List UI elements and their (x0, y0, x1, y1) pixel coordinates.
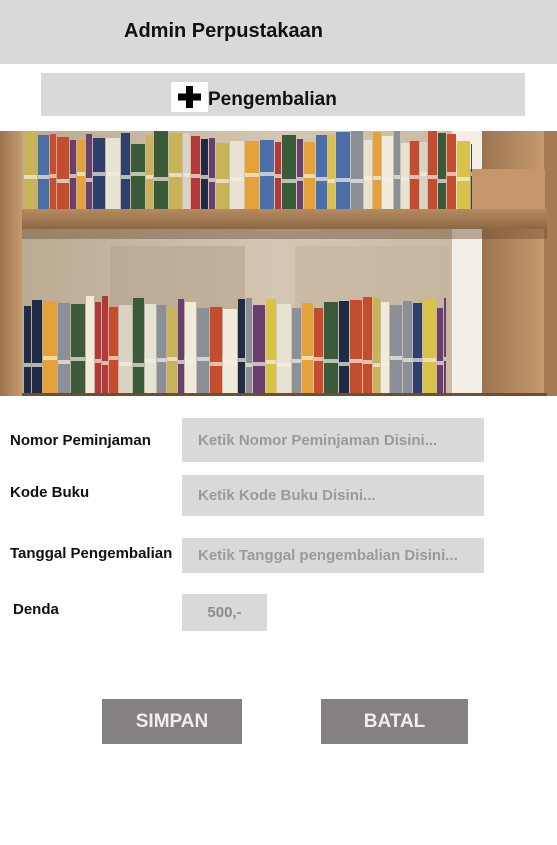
save-button[interactable]: SIMPAN (102, 699, 242, 744)
nomor-peminjaman-input[interactable] (182, 418, 484, 462)
page-title: Pengembalian (208, 89, 337, 110)
bookshelf-photo (0, 131, 557, 396)
kode-buku-label: Kode Buku (10, 484, 90, 501)
tanggal-pengembalian-label: Tanggal Pengembalian (10, 545, 173, 562)
denda-label: Denda (13, 601, 59, 618)
app-title: Admin Perpustakaan (124, 20, 323, 42)
app-header: Admin Perpustakaan (0, 0, 557, 64)
nomor-peminjaman-label: Nomor Peminjaman (10, 432, 151, 449)
cancel-button[interactable]: BATAL (321, 699, 468, 744)
tanggal-pengembalian-input[interactable] (182, 538, 484, 573)
denda-value: 500,- (182, 594, 267, 631)
plus-icon[interactable] (171, 82, 208, 112)
kode-buku-input[interactable] (182, 475, 484, 516)
page-header-bar: Pengembalian (41, 73, 525, 116)
